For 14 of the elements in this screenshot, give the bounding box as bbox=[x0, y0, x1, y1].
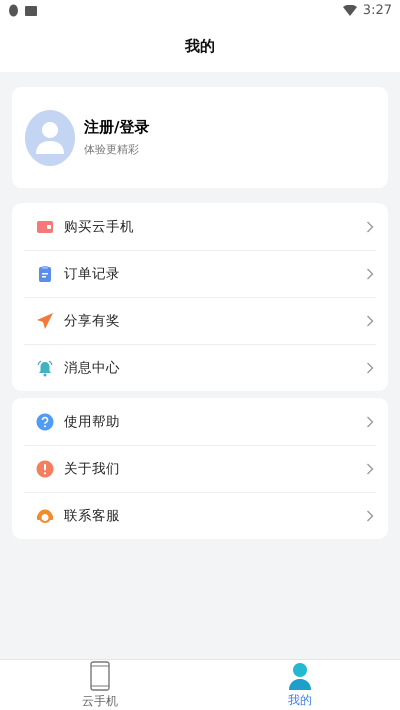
menu-item[interactable]: 消息中心 bbox=[24, 344, 376, 391]
tab-item[interactable]: 云手机 bbox=[0, 660, 200, 710]
login-label[interactable]: 注册/登录 bbox=[84, 118, 150, 137]
profile-subtitle: 体验更精彩 bbox=[84, 142, 140, 157]
menu-item[interactable]: 分享有奖 bbox=[24, 297, 376, 344]
menu-item[interactable]: 购买云手机 bbox=[24, 203, 376, 250]
menu-item[interactable]: 联系客服 bbox=[24, 492, 376, 539]
menu-item[interactable]: 订单记录 bbox=[24, 250, 376, 297]
status-time: 3:27 bbox=[362, 2, 392, 18]
page-title: 我的 bbox=[185, 36, 215, 56]
menu-item[interactable]: 使用帮助 bbox=[24, 398, 376, 445]
menu-item[interactable]: 关于我们 bbox=[24, 445, 376, 492]
profile-card[interactable]: 注册/登录 体验更精彩 bbox=[12, 87, 388, 188]
tab-item[interactable]: 我的 bbox=[200, 660, 400, 710]
